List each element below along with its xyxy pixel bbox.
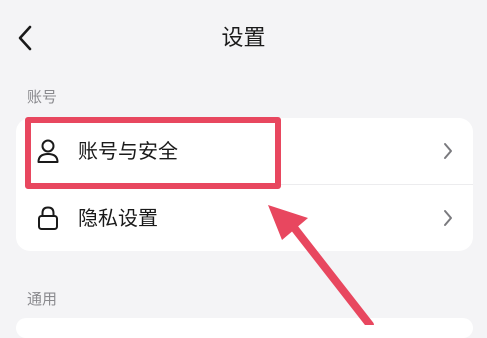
page-title: 设置	[221, 26, 266, 51]
chevron-right-icon	[441, 140, 455, 162]
privacy-settings-item[interactable]: 隐私设置	[16, 185, 473, 251]
account-security-label: 账号与安全	[78, 139, 178, 163]
account-settings-card: 账号与安全 隐私设置	[16, 118, 473, 251]
account-security-item[interactable]: 账号与安全	[16, 118, 473, 184]
privacy-settings-label: 隐私设置	[78, 206, 158, 230]
lock-icon	[36, 205, 60, 231]
user-icon	[36, 138, 60, 164]
header: 设置	[0, 0, 487, 78]
chevron-right-icon	[441, 207, 455, 229]
general-settings-card	[16, 318, 473, 338]
section-label-general: 通用	[27, 290, 58, 308]
section-label-account: 账号	[27, 88, 58, 106]
